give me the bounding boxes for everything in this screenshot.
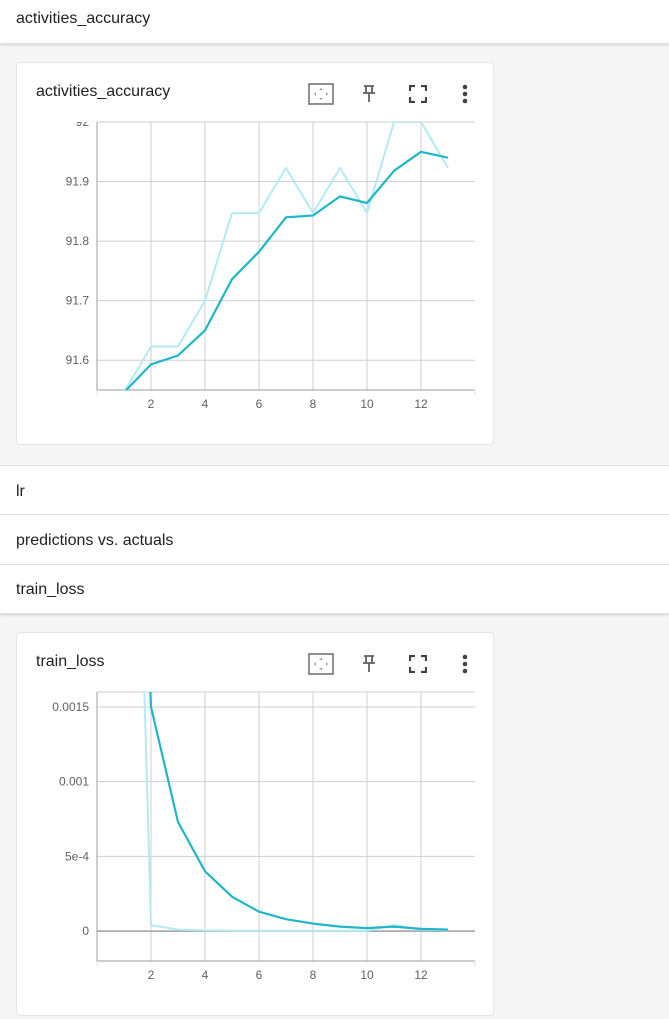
x-tick-label: 4	[202, 968, 209, 982]
x-tick-label: 2	[148, 397, 155, 411]
train-loss-line-chart[interactable]: 2 4 6 8 10 12 0 5e-4 0.001 0.0015	[17, 633, 495, 1017]
x-tick-label: 4	[202, 397, 209, 411]
y-tick-label: 91.6	[66, 353, 90, 367]
chart-card-train-loss: train_loss 2 4 6 8 10 12 0 5e-4 0.001 0.0015	[16, 632, 494, 1016]
y-tick-label-clipped: 92	[76, 115, 90, 129]
section-header-label: predictions vs. actuals	[16, 532, 174, 549]
y-tick-label: 91.7	[66, 294, 90, 308]
x-tick-label: 2	[148, 968, 155, 982]
y-tick-label: 91.8	[66, 234, 90, 248]
chart-card-activities-accuracy: activities_accuracy 2 4 6 8 10 12 91.6 91.7 91.8…	[16, 62, 494, 445]
y-tick-label: 5e-4	[65, 849, 89, 863]
section-header-label: lr	[16, 483, 25, 500]
x-tick-label: 6	[256, 968, 263, 982]
series-line-smoothed	[124, 150, 449, 390]
x-tick-label: 8	[310, 968, 317, 982]
series-line-raw	[124, 122, 449, 390]
y-tick-label: 0.0015	[52, 700, 89, 714]
x-tick-label: 10	[360, 397, 374, 411]
x-tick-label: 10	[360, 968, 374, 982]
x-tick-label: 12	[414, 968, 428, 982]
section-header-train-loss[interactable]: train_loss	[0, 565, 669, 614]
x-tick-label: 12	[414, 397, 428, 411]
y-tick-label: 0.001	[59, 775, 89, 789]
y-tick-label: 91.9	[66, 175, 90, 189]
section-header-predictions[interactable]: predictions vs. actuals	[0, 515, 669, 565]
accuracy-line-chart[interactable]: 2 4 6 8 10 12 91.6 91.7 91.8 91.9 92	[17, 63, 495, 446]
section-header-label: train_loss	[16, 581, 85, 598]
y-tick-label: 0	[82, 924, 89, 938]
section-header-lr[interactable]: lr	[0, 465, 669, 515]
x-tick-label: 8	[310, 397, 317, 411]
x-tick-label: 6	[256, 397, 263, 411]
section-header-label: activities_accuracy	[16, 10, 151, 27]
section-header-activities-accuracy[interactable]: activities_accuracy	[0, 0, 669, 44]
